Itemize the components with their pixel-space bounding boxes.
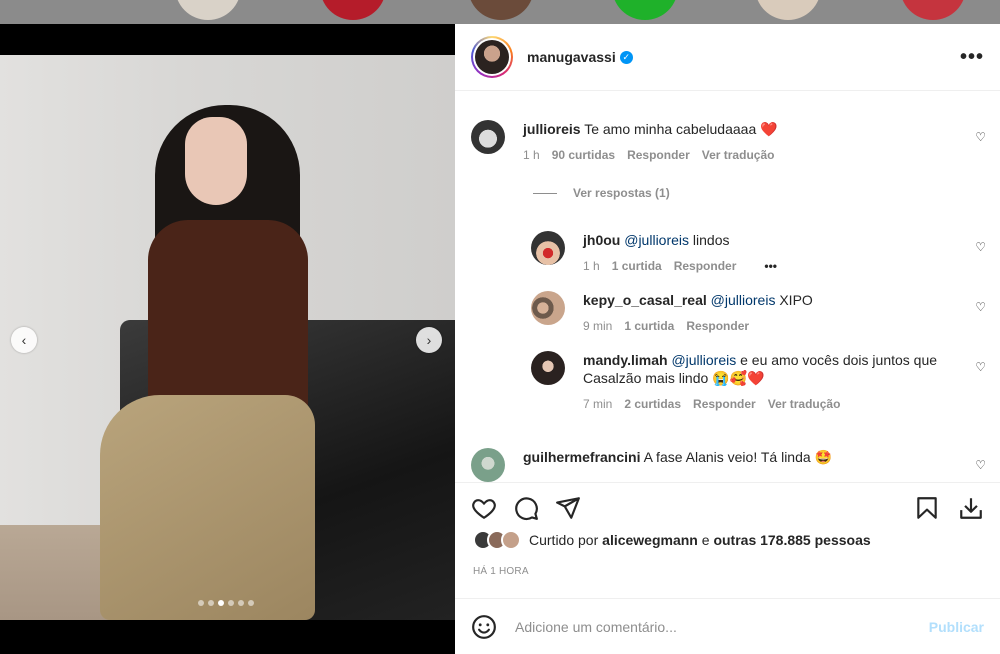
author-username[interactable]: manugavassi	[527, 49, 616, 65]
likes-others-link[interactable]: outras 178.885 pessoas	[713, 532, 870, 548]
carousel-dot	[208, 600, 214, 606]
translate-button[interactable]: Ver tradução	[768, 395, 841, 413]
comment-time: 1 h	[583, 259, 600, 273]
reply-button[interactable]: Responder	[693, 395, 756, 413]
commenter-avatar[interactable]	[531, 231, 565, 265]
commenter-username[interactable]: kepy_o_casal_real	[583, 292, 707, 308]
comment-likes[interactable]: 2 curtidas	[624, 395, 681, 413]
commenter-avatar[interactable]	[471, 448, 505, 482]
comment-time: 1 h	[523, 148, 540, 162]
reply-button[interactable]: Responder	[627, 146, 690, 164]
comment-icon[interactable]	[513, 495, 539, 521]
commenter-username[interactable]: mandy.limah	[583, 352, 668, 368]
translate-button[interactable]: Ver tradução	[702, 146, 775, 164]
comment-item: guilhermefrancini A fase Alanis veio! Tá…	[471, 448, 832, 482]
post-media: ‹ ›	[0, 24, 455, 654]
comment-text: A fase Alanis veio! Tá linda 🤩	[643, 449, 832, 465]
author-avatar[interactable]	[471, 36, 513, 78]
view-replies-button[interactable]: Ver respostas (1)	[533, 186, 670, 200]
liker-username[interactable]: alicewegmann	[602, 532, 698, 548]
carousel-dot	[248, 600, 254, 606]
like-comment-heart-icon[interactable]: ♡	[975, 300, 986, 314]
carousel-dot-active	[218, 600, 224, 606]
commenter-username[interactable]: jh0ou	[583, 232, 620, 248]
reply-button[interactable]: Responder	[686, 317, 749, 335]
comment-more-icon[interactable]: •••	[764, 257, 777, 275]
comment-text: lindos	[689, 232, 730, 248]
like-comment-heart-icon[interactable]: ♡	[975, 240, 986, 254]
commenter-avatar[interactable]	[531, 351, 565, 385]
commenter-avatar[interactable]	[471, 120, 505, 154]
story-avatar[interactable]	[755, 0, 821, 20]
likes-summary: Curtido por alicewegmann e outras 178.88…	[473, 530, 871, 550]
reply-item: mandy.limah @jullioreis e eu amo vocês d…	[531, 351, 971, 413]
chevron-left-icon: ‹	[21, 332, 27, 348]
comment-text: XIPO	[775, 292, 813, 308]
comment-time: 7 min	[583, 397, 613, 411]
post-modal: ‹ › manugavassi ✓ ••• jullioreis Te amo …	[0, 24, 1000, 654]
more-options-button[interactable]: •••	[960, 46, 984, 69]
like-comment-heart-icon[interactable]: ♡	[975, 360, 986, 374]
comment-text: Te amo minha cabeludaaaa ❤️	[584, 121, 778, 137]
post-sidebar: manugavassi ✓ ••• jullioreis Te amo minh…	[455, 24, 1000, 654]
reply-item: jh0ou @jullioreis lindos 1 h 1 curtida R…	[531, 231, 777, 275]
carousel-dot	[198, 600, 204, 606]
comment-input[interactable]: Adicione um comentário...	[515, 619, 929, 635]
post-actions	[455, 482, 1000, 532]
download-icon[interactable]	[958, 495, 984, 521]
story-avatar[interactable]	[900, 0, 966, 20]
chevron-right-icon: ›	[426, 332, 432, 348]
verified-badge-icon: ✓	[619, 50, 633, 64]
stories-strip	[0, 0, 1000, 24]
likes-mid: e	[701, 532, 710, 548]
share-icon[interactable]	[555, 495, 581, 521]
like-comment-heart-icon[interactable]: ♡	[975, 130, 986, 144]
story-avatar[interactable]	[468, 0, 534, 20]
carousel-dot	[228, 600, 234, 606]
like-comment-heart-icon[interactable]: ♡	[975, 458, 986, 472]
divider	[533, 192, 557, 194]
reply-item: kepy_o_casal_real @jullioreis XIPO 9 min…	[531, 291, 813, 335]
emoji-icon[interactable]	[471, 614, 497, 640]
story-avatar[interactable]	[175, 0, 241, 20]
story-avatar[interactable]	[612, 0, 678, 20]
prev-image-button[interactable]: ‹	[11, 327, 37, 353]
mention-link[interactable]: @jullioreis	[711, 292, 776, 308]
likes-prefix: Curtido por	[529, 532, 599, 548]
comments-list: jullioreis Te amo minha cabeludaaaa ❤️ 1…	[455, 92, 1000, 482]
carousel-indicator	[198, 600, 254, 606]
add-comment-bar: Adicione um comentário... Publicar	[455, 598, 1000, 654]
commenter-username[interactable]: guilhermefrancini	[523, 449, 640, 465]
comment-likes[interactable]: 90 curtidas	[552, 146, 615, 164]
post-time: HÁ 1 HORA	[473, 566, 529, 577]
comment-item: jullioreis Te amo minha cabeludaaaa ❤️ 1…	[471, 120, 778, 164]
publish-button[interactable]: Publicar	[929, 619, 984, 635]
carousel-dot	[238, 600, 244, 606]
comment-time: 9 min	[583, 319, 613, 333]
comment-likes[interactable]: 1 curtida	[612, 257, 662, 275]
commenter-avatar[interactable]	[531, 291, 565, 325]
commenter-username[interactable]: jullioreis	[523, 121, 581, 137]
like-heart-icon[interactable]	[471, 495, 497, 521]
view-replies-label: Ver respostas (1)	[573, 186, 670, 200]
post-header: manugavassi ✓ •••	[455, 24, 1000, 91]
mention-link[interactable]: @jullioreis	[624, 232, 689, 248]
bookmark-icon[interactable]	[914, 495, 940, 521]
reply-button[interactable]: Responder	[674, 257, 737, 275]
mention-link[interactable]: @jullioreis	[671, 352, 736, 368]
post-photo	[0, 55, 455, 620]
story-avatar[interactable]	[320, 0, 386, 20]
next-image-button[interactable]: ›	[416, 327, 442, 353]
comment-likes[interactable]: 1 curtida	[624, 317, 674, 335]
liker-avatar[interactable]	[501, 530, 521, 550]
